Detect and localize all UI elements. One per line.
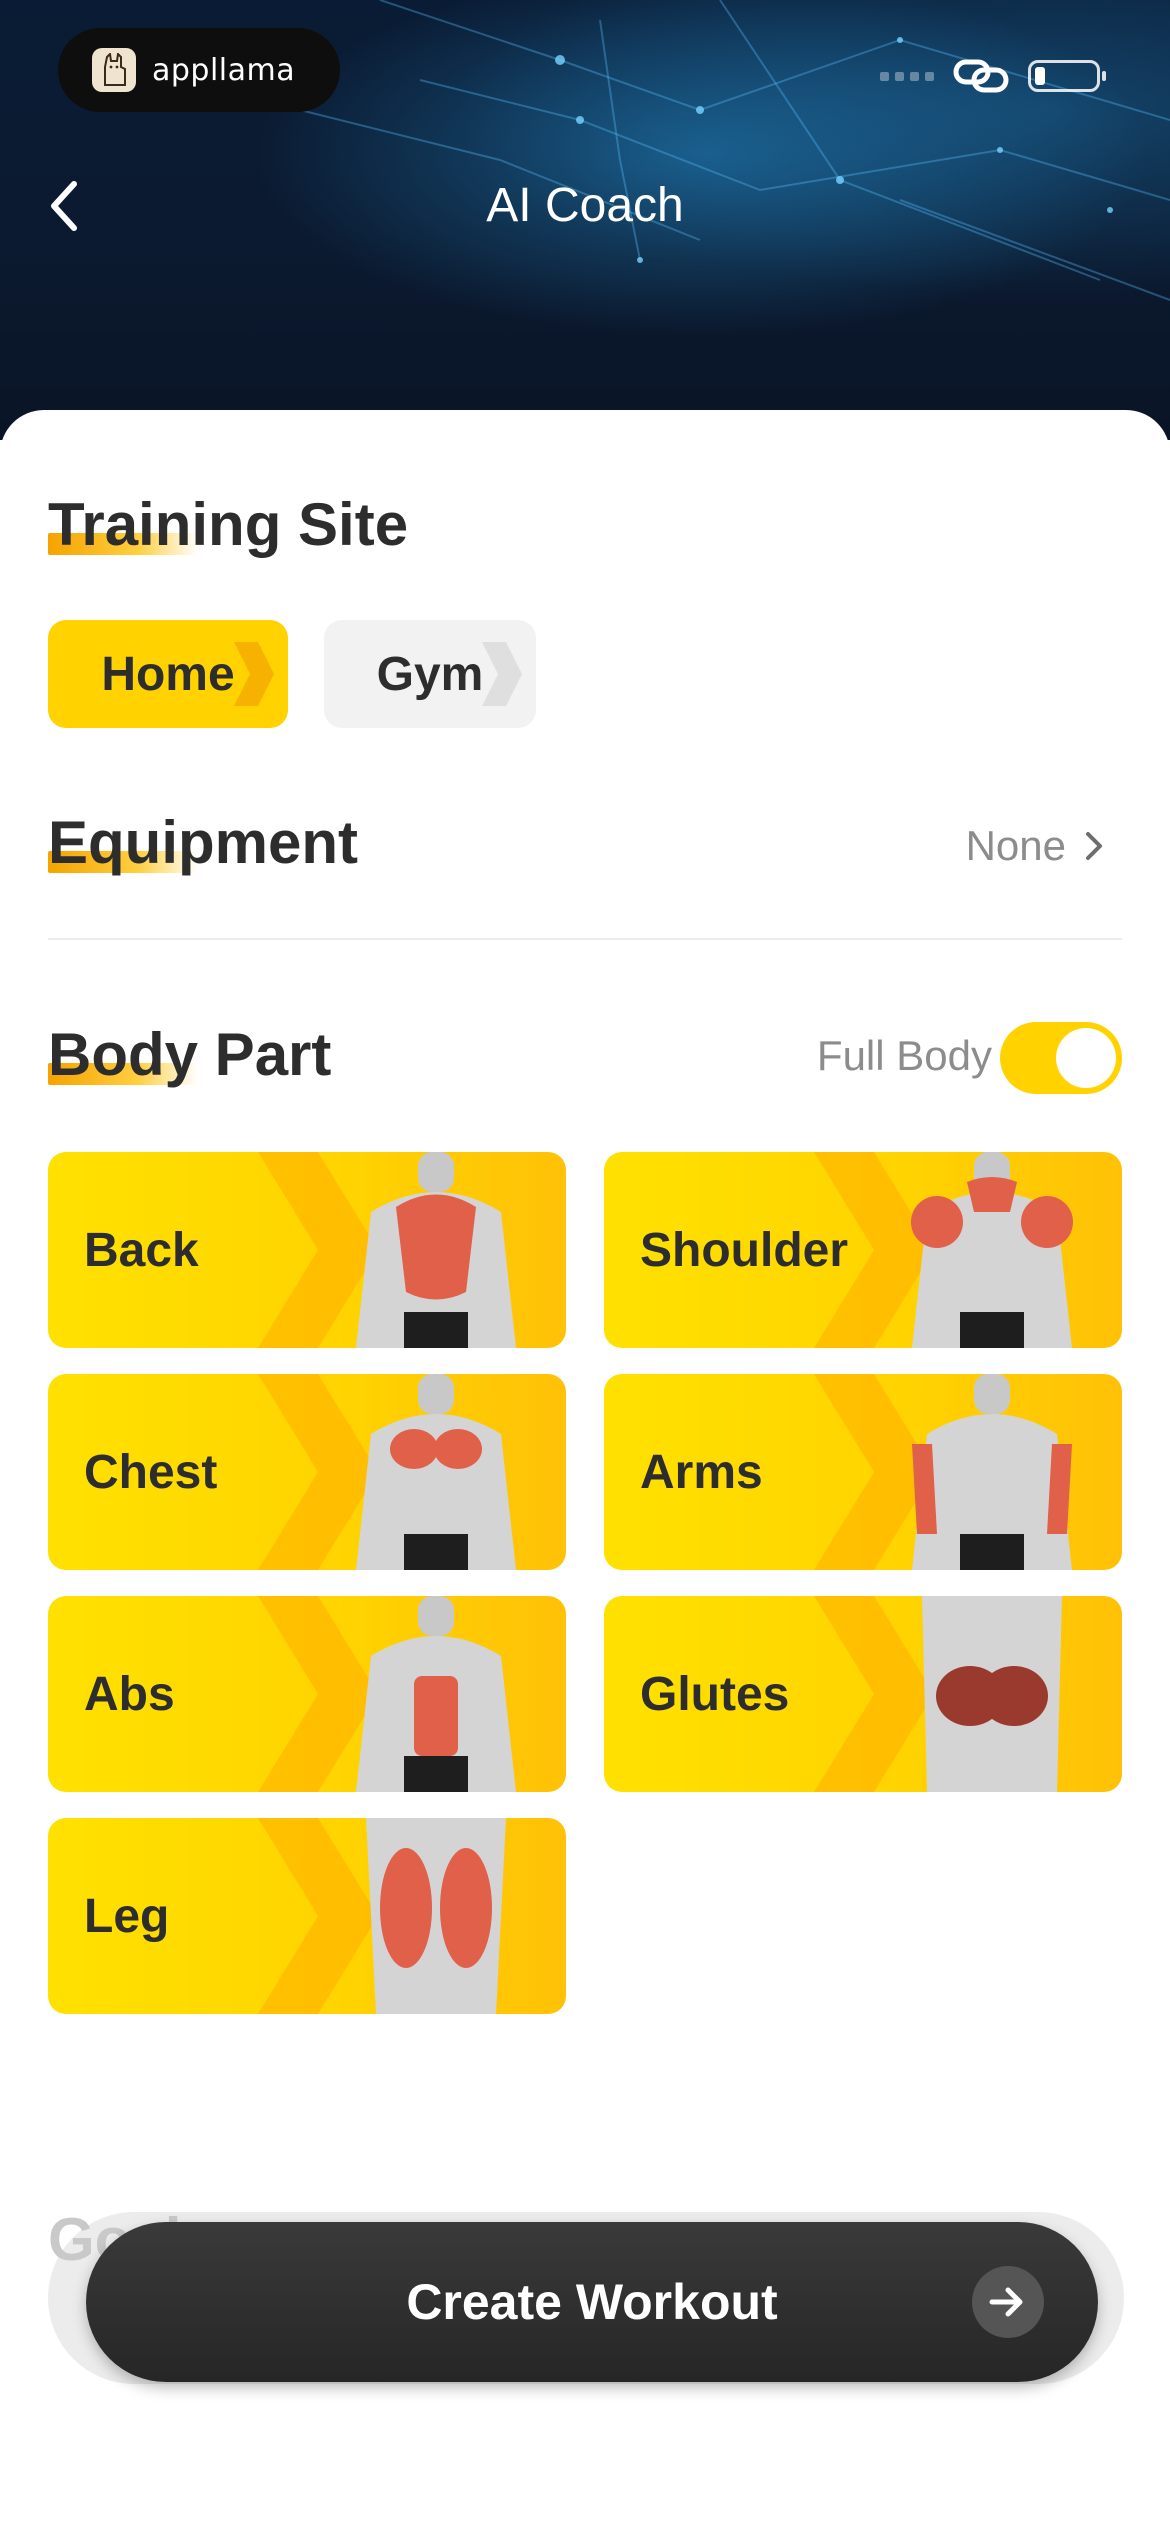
divider — [48, 938, 1122, 940]
chip-chevron-decor-icon — [234, 642, 274, 706]
training-site-heading: Training Site — [48, 490, 408, 559]
create-workout-label: Create Workout — [406, 2274, 778, 2330]
body-part-arms[interactable]: Arms — [604, 1374, 1122, 1570]
app-badge-label: appllama — [152, 52, 296, 88]
body-part-label: Leg — [84, 1889, 170, 1943]
full-body-label: Full Body — [816, 1032, 992, 1079]
body-part-label: Back — [84, 1223, 199, 1277]
app-badge: appllama — [58, 28, 340, 112]
abs-muscle-figure-icon — [356, 1596, 516, 1792]
body-part-label: Glutes — [640, 1667, 790, 1721]
body-part-abs[interactable]: Abs — [48, 1596, 566, 1792]
body-part-chest[interactable]: Chest — [48, 1374, 566, 1570]
training-site-gym-chip[interactable]: Gym — [324, 620, 536, 728]
body-part-glutes[interactable]: Glutes — [604, 1596, 1122, 1792]
body-part-label: Arms — [640, 1445, 763, 1499]
chip-label-home: Home — [101, 647, 235, 701]
body-part-shoulder[interactable]: Shoulder — [604, 1152, 1122, 1348]
body-part-back[interactable]: Back — [48, 1152, 566, 1348]
glutes-muscle-figure-icon — [922, 1596, 1062, 1792]
equipment-selector[interactable]: None — [966, 822, 1104, 870]
toggle-knob — [1056, 1028, 1116, 1088]
equipment-value: None — [965, 822, 1066, 869]
arrow-right-icon — [972, 2266, 1044, 2338]
chip-label-gym: Gym — [376, 647, 484, 701]
header-background: appllama AI Coach — [0, 0, 1170, 440]
full-body-toggle[interactable] — [1000, 1022, 1122, 1094]
page-title: AI Coach — [486, 179, 684, 232]
leg-muscle-figure-icon — [366, 1818, 506, 2014]
link-icon — [953, 59, 1009, 93]
battery-icon — [1028, 60, 1106, 92]
body-part-label: Shoulder — [640, 1223, 849, 1277]
status-indicators — [880, 56, 1106, 96]
body-part-heading: Body Part — [48, 1020, 331, 1089]
back-muscle-figure-icon — [356, 1152, 516, 1348]
equipment-title: Equipment — [48, 809, 358, 876]
chest-muscle-figure-icon — [356, 1374, 516, 1570]
training-site-title: Training Site — [48, 491, 409, 558]
equipment-heading: Equipment — [48, 808, 358, 877]
llama-logo-icon — [92, 48, 136, 92]
body-part-label: Abs — [84, 1667, 175, 1721]
body-part-title: Body Part — [48, 1021, 332, 1088]
arms-muscle-figure-icon — [912, 1374, 1072, 1570]
chevron-right-icon — [1086, 832, 1102, 860]
chip-chevron-decor-icon — [482, 642, 522, 706]
training-site-home-chip[interactable]: Home — [48, 620, 288, 728]
body-part-leg[interactable]: Leg — [48, 1818, 566, 2014]
shoulder-muscle-figure-icon — [911, 1152, 1073, 1348]
body-part-label: Chest — [84, 1445, 218, 1499]
create-workout-button[interactable]: Create Workout — [86, 2222, 1098, 2382]
signal-dots-icon — [880, 71, 934, 81]
